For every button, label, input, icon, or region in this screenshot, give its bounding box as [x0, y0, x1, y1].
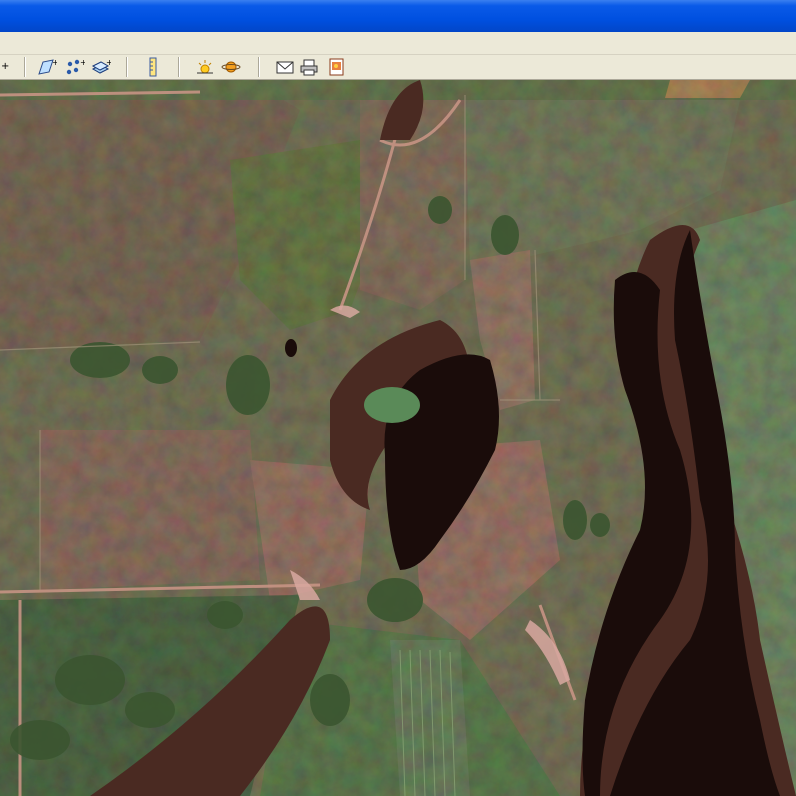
planet-icon[interactable] — [220, 57, 242, 77]
svg-text:+: + — [106, 58, 111, 67]
svg-text:+: + — [1, 61, 9, 72]
island — [364, 387, 420, 423]
points-add-icon[interactable]: + — [64, 57, 86, 77]
ruler-icon[interactable] — [142, 57, 164, 77]
title-bar — [0, 0, 796, 32]
add-vertex-icon[interactable]: + — [0, 57, 12, 77]
toolbar-separator — [126, 57, 128, 77]
toolbar-separator — [258, 57, 260, 77]
print-icon[interactable] — [298, 57, 320, 77]
svg-text:+: + — [52, 58, 57, 67]
layer-add-icon[interactable]: + — [90, 57, 112, 77]
satellite-image — [0, 80, 796, 796]
toolbar: + + + + — [0, 55, 796, 80]
email-icon[interactable] — [274, 57, 296, 77]
svg-text:+: + — [80, 58, 85, 67]
satellite-map[interactable] — [0, 80, 796, 796]
save-image-icon[interactable] — [326, 57, 348, 77]
menu-bar — [0, 32, 796, 55]
toolbar-separator — [178, 57, 180, 77]
sun-icon[interactable] — [194, 57, 216, 77]
toolbar-separator — [24, 57, 26, 77]
polygon-add-icon[interactable]: + — [36, 57, 58, 77]
